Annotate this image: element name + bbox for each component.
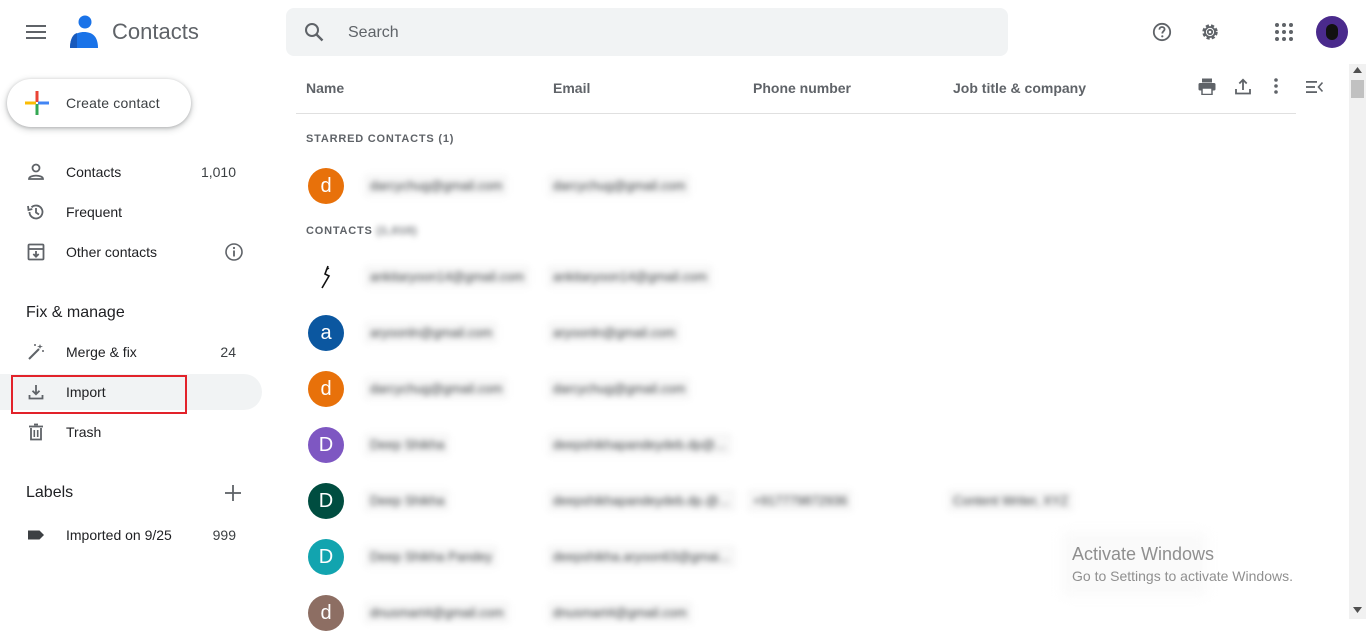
person-icon bbox=[28, 163, 44, 180]
activate-windows-subtitle: Go to Settings to activate Windows. bbox=[1072, 568, 1293, 584]
contacts-header-label: CONTACTS bbox=[306, 225, 373, 237]
table-row[interactable]: d darcychug@gmail.com darcychug@gmail.co… bbox=[296, 158, 1296, 214]
sidebar-item-label: Other contacts bbox=[66, 244, 158, 260]
signature-avatar-image bbox=[321, 265, 331, 289]
sidebar-item-frequent[interactable]: Frequent bbox=[0, 194, 262, 230]
contacts-header-count: (1,010) bbox=[376, 225, 418, 237]
add-label-icon[interactable] bbox=[224, 484, 242, 502]
table-row[interactable]: ankitaryoon14@gmail.com ankitaryoon14@gm… bbox=[296, 249, 1296, 305]
apps-button[interactable] bbox=[1264, 12, 1304, 52]
cell-phone: +917779872936 bbox=[747, 489, 854, 512]
column-header-name[interactable]: Name bbox=[306, 80, 344, 96]
avatar bbox=[308, 259, 344, 295]
starred-contacts-header: STARRED CONTACTS (1) bbox=[306, 133, 455, 145]
label-icon bbox=[28, 530, 44, 540]
cell-name: ankitaryoon14@gmail.com bbox=[364, 265, 531, 288]
cell-name: darcychug@gmail.com bbox=[364, 174, 509, 197]
account-avatar[interactable] bbox=[1316, 16, 1348, 48]
print-icon[interactable] bbox=[1198, 78, 1216, 95]
cell-email: aryoonln@gmail.com bbox=[547, 321, 682, 344]
archive-icon bbox=[27, 243, 45, 261]
main-menu-button[interactable] bbox=[16, 12, 56, 52]
collapse-panel-icon[interactable] bbox=[1306, 81, 1323, 93]
column-header-job[interactable]: Job title & company bbox=[953, 80, 1086, 96]
avatar: d bbox=[308, 371, 344, 407]
avatar: D bbox=[308, 483, 344, 519]
sidebar-item-trash[interactable]: Trash bbox=[0, 414, 262, 450]
cell-email: dnusmart4@gmail.com bbox=[547, 601, 693, 624]
table-row[interactable]: D Deep Shikha deepshikhapandeydeb.dp.@..… bbox=[296, 473, 1296, 529]
cell-job: Content Writer, XYZ bbox=[947, 489, 1075, 512]
settings-icon bbox=[1202, 24, 1218, 40]
sidebar-item-label: Trash bbox=[66, 424, 102, 440]
search-icon[interactable] bbox=[304, 22, 324, 42]
cell-name: Deep Shikha Pandey bbox=[364, 545, 499, 568]
avatar: d bbox=[308, 595, 344, 631]
cell-email: deepshikha.aryoon63@gmai... bbox=[547, 545, 736, 568]
import-highlight-box bbox=[11, 375, 187, 414]
help-icon bbox=[1152, 22, 1172, 42]
sidebar-item-count: 999 bbox=[212, 527, 236, 543]
export-icon[interactable] bbox=[1235, 78, 1251, 95]
menu-icon bbox=[26, 25, 46, 39]
help-button[interactable] bbox=[1142, 12, 1182, 52]
table-row[interactable]: D Deep Shikha deepshikhapandeydeb.dp@... bbox=[296, 417, 1296, 473]
table-header-divider bbox=[296, 113, 1296, 114]
search-bar[interactable] bbox=[286, 8, 1008, 58]
avatar: D bbox=[308, 539, 344, 575]
cell-email: deepshikhapandeydeb.dp@... bbox=[547, 433, 732, 456]
scroll-up-arrow-icon[interactable] bbox=[1353, 67, 1362, 73]
create-contact-label: Create contact bbox=[66, 95, 160, 111]
history-icon bbox=[27, 204, 44, 220]
info-icon[interactable] bbox=[224, 242, 244, 262]
table-row[interactable]: a aryoonln@gmail.com aryoonln@gmail.com bbox=[296, 305, 1296, 361]
more-options-icon[interactable] bbox=[1274, 78, 1278, 94]
sidebar-label-imported[interactable]: Imported on 9/25 999 bbox=[0, 517, 262, 553]
sidebar-item-label: Merge & fix bbox=[66, 344, 137, 360]
settings-button[interactable] bbox=[1190, 12, 1230, 52]
scrollbar[interactable] bbox=[1349, 64, 1366, 619]
table-row[interactable]: d darcychug@gmail.com darcychug@gmail.co… bbox=[296, 361, 1296, 417]
cell-email: ankitaryoon14@gmail.com bbox=[547, 265, 714, 288]
cell-email: darcychug@gmail.com bbox=[547, 377, 692, 400]
sidebar-item-other-contacts[interactable]: Other contacts bbox=[0, 234, 262, 270]
column-header-phone[interactable]: Phone number bbox=[753, 80, 851, 96]
create-contact-button[interactable]: Create contact bbox=[7, 79, 191, 127]
trash-icon bbox=[29, 423, 43, 441]
cell-email: deepshikhapandeydeb.dp.@... bbox=[547, 489, 736, 512]
apps-icon bbox=[1275, 23, 1293, 41]
column-header-email[interactable]: Email bbox=[553, 80, 590, 96]
cell-email: darcychug@gmail.com bbox=[547, 174, 692, 197]
scroll-down-arrow-icon[interactable] bbox=[1353, 607, 1362, 613]
contacts-logo bbox=[68, 15, 100, 49]
sidebar-item-label: Contacts bbox=[66, 164, 122, 180]
avatar: a bbox=[308, 315, 344, 351]
cell-name: Deep Shikha bbox=[364, 433, 451, 456]
labels-title: Labels bbox=[26, 484, 74, 501]
sidebar-item-count: 24 bbox=[220, 344, 236, 360]
cell-name: aryoonln@gmail.com bbox=[364, 321, 499, 344]
scrollbar-thumb[interactable] bbox=[1351, 80, 1364, 98]
sidebar-item-count: 1,010 bbox=[200, 164, 236, 180]
sidebar-item-label: Frequent bbox=[66, 204, 123, 220]
contacts-header: CONTACTS (1,010) bbox=[306, 225, 417, 237]
sidebar-item-merge-fix[interactable]: Merge & fix 24 bbox=[0, 334, 262, 370]
search-input[interactable] bbox=[346, 8, 990, 58]
cell-name: darcychug@gmail.com bbox=[364, 377, 509, 400]
activate-windows-title: Activate Windows bbox=[1072, 544, 1215, 564]
cell-name: Deep Shikha bbox=[364, 489, 451, 512]
avatar: d bbox=[308, 168, 344, 204]
sidebar-item-contacts[interactable]: Contacts 1,010 bbox=[0, 154, 262, 190]
app-title: Contacts bbox=[112, 19, 199, 44]
plus-icon bbox=[25, 91, 49, 115]
sidebar-item-label: Imported on 9/25 bbox=[66, 527, 172, 543]
avatar: D bbox=[308, 427, 344, 463]
magic-wand-icon bbox=[28, 344, 44, 360]
cell-name: dnusmart4@gmail.com bbox=[364, 601, 510, 624]
fix-manage-title: Fix & manage bbox=[26, 304, 125, 321]
